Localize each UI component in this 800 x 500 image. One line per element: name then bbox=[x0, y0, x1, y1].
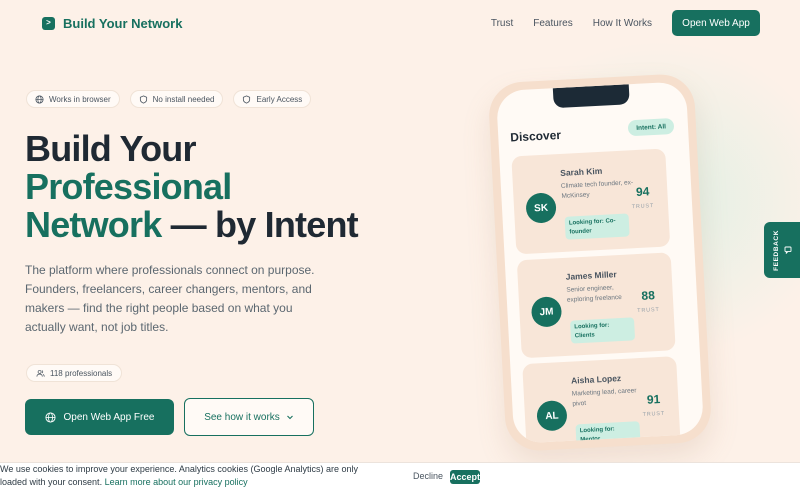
logo-icon: > bbox=[42, 16, 55, 30]
trust-score: 88 bbox=[641, 288, 656, 303]
privacy-policy-link[interactable]: Learn more about our privacy policy bbox=[105, 477, 248, 487]
feedback-label: FEEDBACK bbox=[772, 229, 780, 271]
badge-label: Early Access bbox=[256, 94, 303, 104]
hero-line-3: Network — by Intent bbox=[25, 204, 359, 245]
chevron-down-icon bbox=[286, 415, 293, 420]
discover-title: Discover bbox=[509, 127, 562, 145]
decline-button[interactable]: Decline bbox=[413, 471, 443, 481]
member-count: 118 professionals bbox=[50, 368, 113, 378]
profile-role: Marketing lead, career pivot bbox=[571, 387, 637, 408]
nav-link-features[interactable]: Features bbox=[533, 18, 572, 29]
cookie-message: We use cookies to improve your experienc… bbox=[0, 463, 385, 489]
hero-heading: Build Your Professional Network — by Int… bbox=[25, 128, 359, 245]
primary-cta-label: Open Web App Free bbox=[63, 411, 155, 423]
profile-list: SK Sarah Kim Climate tech founder, ex-Mc… bbox=[511, 148, 682, 444]
feedback-tab[interactable]: FEEDBACK bbox=[764, 222, 800, 278]
nav-link-trust[interactable]: Trust bbox=[491, 18, 513, 29]
intent-filter-pill[interactable]: Intent: All bbox=[627, 117, 675, 137]
main-nav: Trust Features How It Works Open Web App bbox=[491, 10, 760, 36]
phone-screen: Discover Intent: All SK Sarah Kim Climat… bbox=[495, 81, 705, 444]
profile-card[interactable]: JM James Miller Senior engineer, explori… bbox=[516, 252, 676, 359]
see-how-it-works-button[interactable]: See how it works bbox=[184, 398, 314, 436]
profile-card[interactable]: SK Sarah Kim Climate tech founder, ex-Mc… bbox=[511, 148, 671, 255]
profile-role: Climate tech founder, ex-McKinsey bbox=[560, 179, 634, 200]
looking-for-tag: Looking for: Mentor bbox=[575, 421, 641, 444]
globe-icon bbox=[44, 411, 56, 423]
profile-name: Aisha Lopez bbox=[570, 373, 622, 386]
profile-role: Senior engineer, exploring freelance bbox=[566, 284, 622, 304]
avatar: JM bbox=[530, 296, 563, 328]
hero-line-3-rest: — by Intent bbox=[161, 204, 359, 245]
badge-label: No install needed bbox=[152, 94, 215, 104]
hero-line-1: Build Your bbox=[25, 128, 196, 169]
profile-name: Sarah Kim bbox=[559, 165, 603, 178]
shield-icon bbox=[139, 94, 147, 104]
profile-card[interactable]: AL Aisha Lopez Marketing lead, career pi… bbox=[522, 356, 682, 444]
trust-label: TRUST bbox=[631, 203, 655, 211]
globe-icon bbox=[35, 94, 44, 104]
phone-mockup: Discover Intent: All SK Sarah Kim Climat… bbox=[487, 72, 713, 453]
member-count-badge: 118 professionals bbox=[26, 364, 123, 382]
trust-score: 94 bbox=[635, 184, 650, 200]
open-web-app-free-button[interactable]: Open Web App Free bbox=[25, 399, 174, 435]
avatar: SK bbox=[525, 192, 557, 224]
profile-name: James Miller bbox=[565, 269, 617, 282]
phone-notch bbox=[552, 84, 630, 109]
open-web-app-button[interactable]: Open Web App bbox=[672, 10, 760, 36]
message-icon bbox=[784, 246, 791, 254]
brand-name: Build Your Network bbox=[63, 15, 183, 31]
nav-link-how-it-works[interactable]: How It Works bbox=[593, 18, 652, 29]
badge-label: Works in browser bbox=[49, 94, 111, 104]
badge-early-access: Early Access bbox=[233, 90, 312, 108]
trust-label: TRUST bbox=[637, 306, 660, 315]
hero-line-2: Professional bbox=[25, 166, 232, 207]
shield-icon bbox=[243, 94, 251, 104]
trust-score: 91 bbox=[646, 392, 661, 407]
accept-button[interactable]: Accept bbox=[450, 470, 480, 484]
badge-no-install: No install needed bbox=[129, 90, 224, 108]
looking-for-tag: Looking for: Co-founder bbox=[564, 213, 630, 240]
trust-label: TRUST bbox=[642, 410, 666, 418]
feature-badges: Works in browser No install needed Early… bbox=[26, 90, 312, 108]
looking-for-tag: Looking for: Clients bbox=[570, 317, 636, 344]
avatar: AL bbox=[536, 399, 568, 432]
badge-works-in-browser: Works in browser bbox=[26, 90, 120, 108]
users-icon bbox=[36, 369, 45, 377]
site-header: > Build Your Network Trust Features How … bbox=[0, 0, 800, 46]
secondary-cta-label: See how it works bbox=[204, 411, 280, 423]
logo[interactable]: > Build Your Network bbox=[42, 16, 182, 31]
hero-description: The platform where professionals connect… bbox=[25, 263, 315, 334]
cookie-banner: We use cookies to improve your experienc… bbox=[0, 462, 800, 500]
hero-line-3-accent: Network bbox=[25, 204, 162, 245]
